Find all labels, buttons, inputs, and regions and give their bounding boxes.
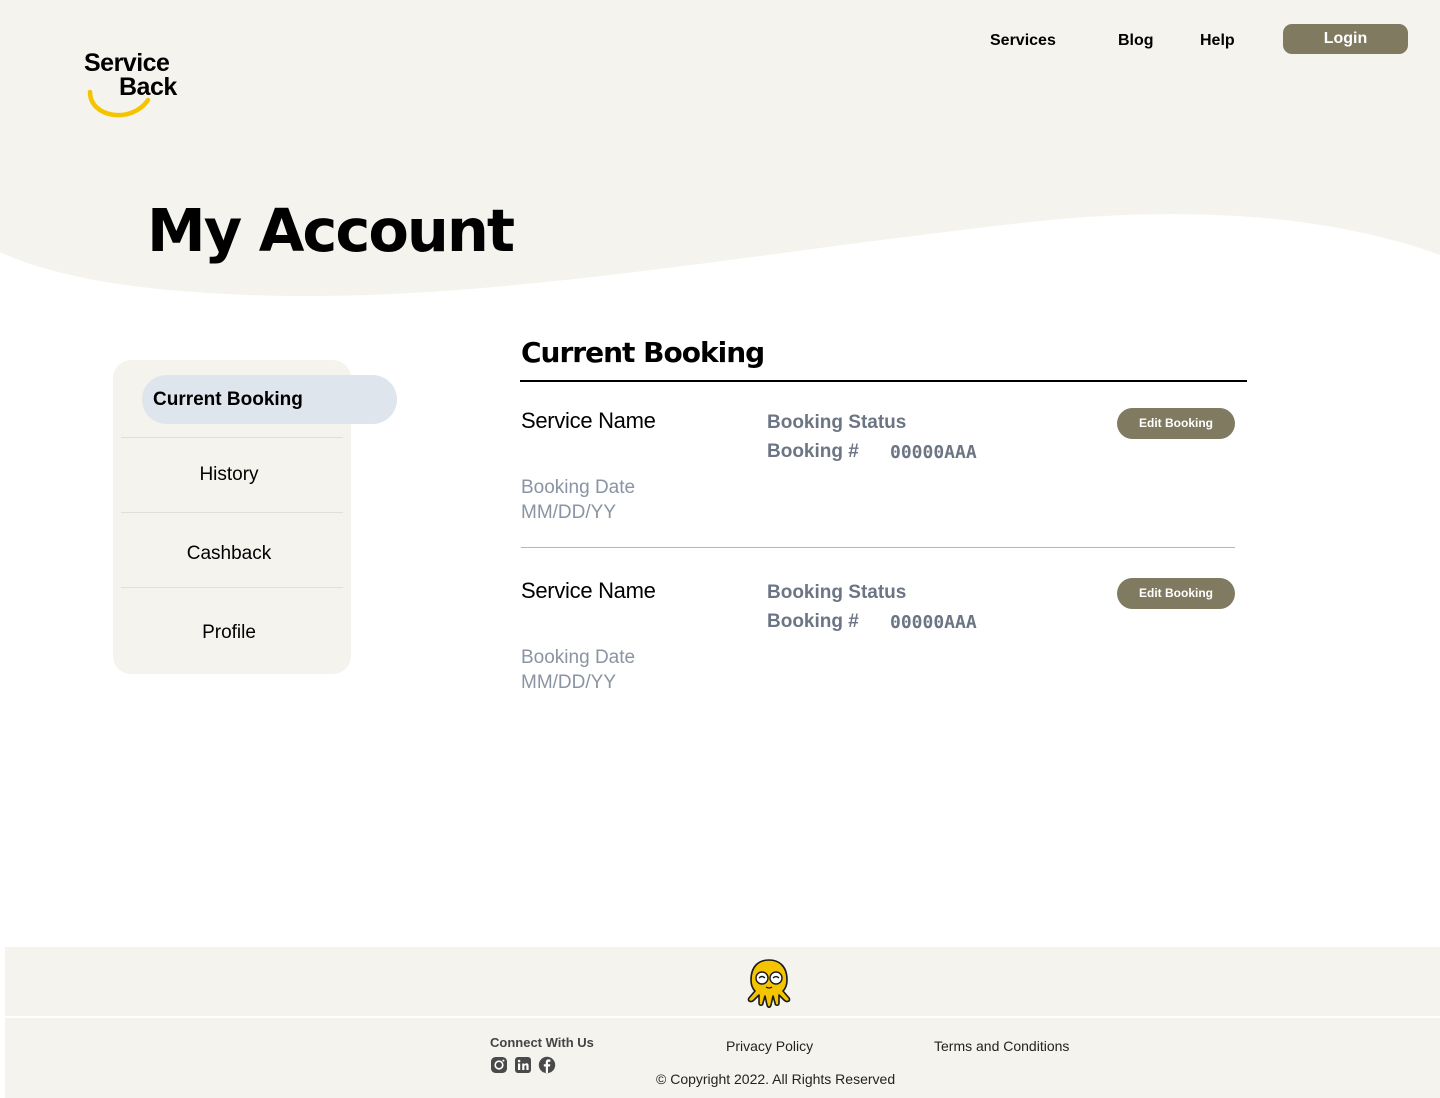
sidebar-item-current-booking[interactable]: Current Booking [142, 375, 397, 424]
service-name: Service Name [521, 408, 656, 433]
booking-date-label: Booking Date [521, 647, 636, 668]
booking-date-label: Booking Date [521, 477, 636, 498]
login-button[interactable]: Login [1283, 24, 1408, 54]
booking-number: 00000AAA [890, 612, 977, 633]
footer-divider [5, 1016, 1440, 1018]
connect-with-us-label: Connect With Us [490, 1035, 594, 1050]
page-title: My Account [147, 196, 515, 265]
sidebar-item-cashback[interactable]: Cashback [113, 543, 345, 565]
section-divider [520, 380, 1247, 382]
sidebar-divider [121, 437, 343, 438]
booking-divider [521, 547, 1235, 548]
booking-number-label: Booking # [767, 611, 859, 632]
copyright-text: © Copyright 2022. All Rights Reserved [656, 1071, 896, 1087]
booking-status-label: Booking Status [767, 412, 907, 433]
privacy-policy-link[interactable]: Privacy Policy [726, 1038, 813, 1054]
booking-number: 00000AAA [890, 442, 977, 463]
nav-blog[interactable]: Blog [1118, 32, 1154, 50]
nav-help[interactable]: Help [1200, 32, 1235, 50]
service-name: Service Name [521, 578, 656, 603]
terms-and-conditions-link[interactable]: Terms and Conditions [934, 1038, 1069, 1054]
booking-date: MM/DD/YY [521, 502, 616, 523]
sidebar-divider [121, 512, 343, 513]
edit-booking-button[interactable]: Edit Booking [1117, 408, 1235, 439]
logo[interactable]: Service Back [84, 48, 184, 124]
booking-number-label: Booking # [767, 441, 859, 462]
instagram-icon[interactable] [490, 1056, 508, 1074]
sidebar-item-profile[interactable]: Profile [113, 622, 345, 644]
linkedin-icon[interactable] [514, 1056, 532, 1074]
edit-booking-button[interactable]: Edit Booking [1117, 578, 1235, 609]
facebook-icon[interactable] [538, 1056, 556, 1074]
sidebar-divider [121, 587, 343, 588]
octopus-mascot-icon [747, 959, 791, 1008]
nav-services[interactable]: Services [990, 32, 1056, 50]
booking-date: MM/DD/YY [521, 672, 616, 693]
booking-status-label: Booking Status [767, 582, 907, 603]
section-title: Current Booking [521, 336, 765, 369]
logo-text-back: Back [119, 73, 177, 101]
sidebar-item-history[interactable]: History [113, 464, 345, 486]
